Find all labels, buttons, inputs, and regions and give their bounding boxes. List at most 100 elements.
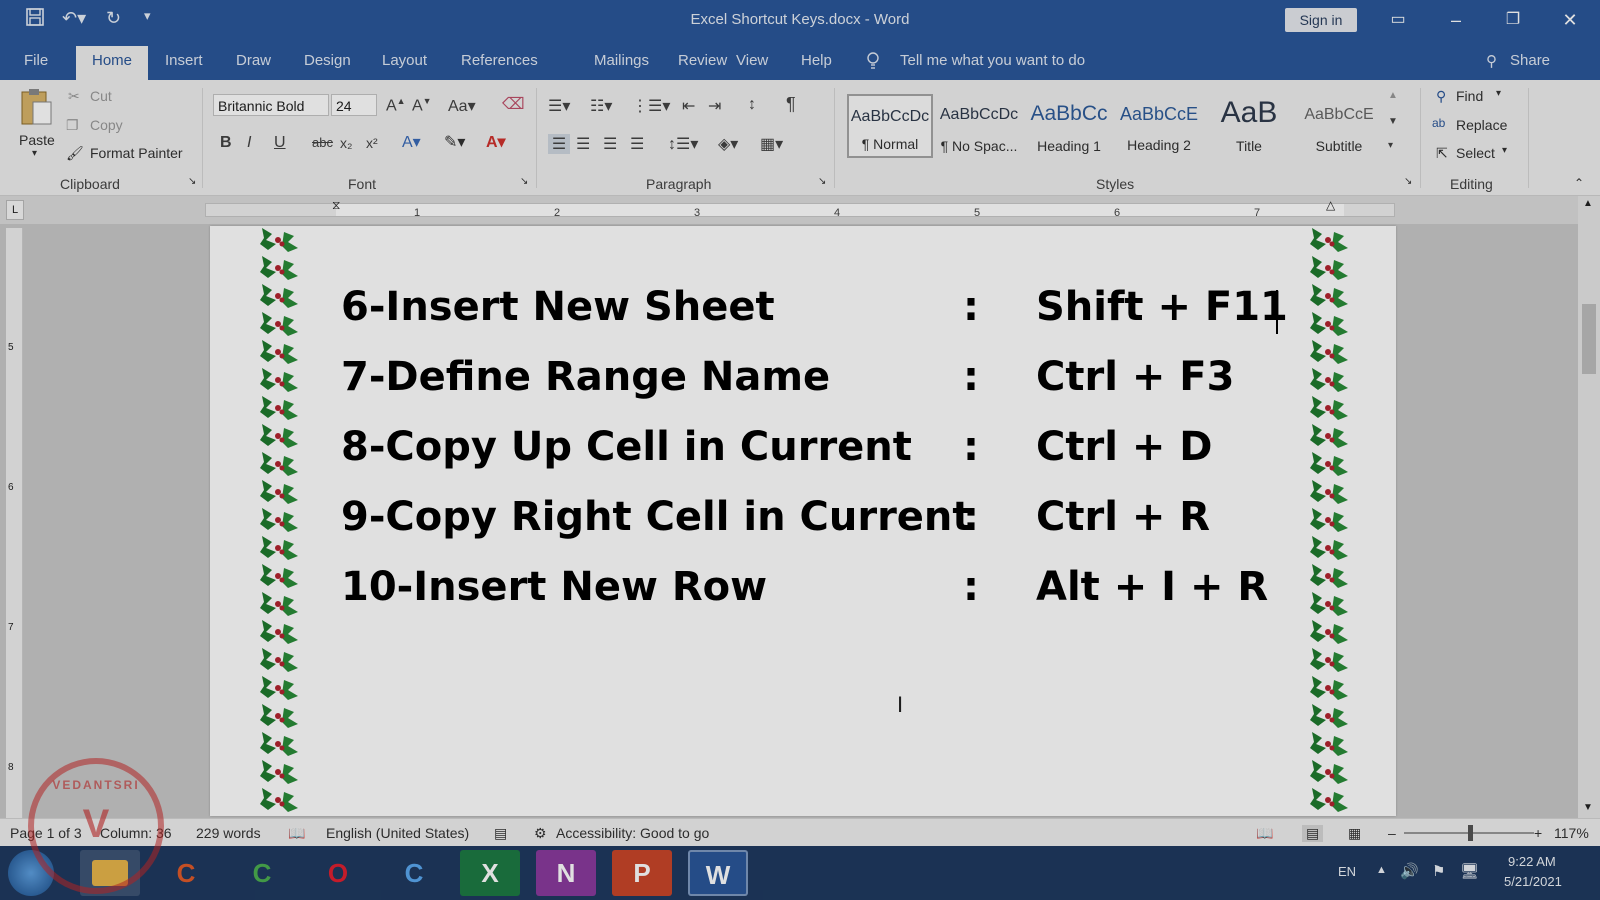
show-marks-icon[interactable]: ¶ [786, 94, 796, 115]
paragraph-launcher-icon[interactable]: ↘ [818, 176, 826, 187]
select-dropdown-icon[interactable]: ▾ [1502, 145, 1507, 156]
taskbar-app-excel[interactable]: X [460, 850, 520, 896]
shading-icon[interactable]: ◈▾ [718, 134, 738, 154]
styles-scroll-down-icon[interactable]: ▼ [1388, 116, 1398, 127]
minimize-icon[interactable]: – [1436, 6, 1476, 34]
decrease-indent-icon[interactable]: ⇤ [682, 96, 695, 116]
zoom-in-icon[interactable]: + [1534, 825, 1542, 841]
web-layout-icon[interactable]: ▦ [1348, 825, 1361, 842]
font-name-combo[interactable]: Britannic Bold [213, 94, 329, 116]
paste-label[interactable]: Paste [19, 132, 55, 148]
tab-selector-icon[interactable]: L [6, 200, 24, 220]
copy-button[interactable]: Copy [90, 117, 123, 133]
subscript-button[interactable]: x₂ [340, 135, 352, 151]
clear-formatting-icon[interactable]: ⌫ [502, 94, 525, 114]
tab-file[interactable]: File [24, 52, 48, 69]
tab-view[interactable]: View [736, 52, 768, 69]
scroll-up-icon[interactable]: ▲ [1583, 198, 1593, 209]
show-hidden-icons-icon[interactable]: ▲ [1376, 864, 1387, 876]
style-no-spacing[interactable]: AaBbCcDc ¶ No Spac... [936, 94, 1022, 158]
style-normal[interactable]: AaBbCcDc ¶ Normal [847, 94, 933, 158]
close-icon[interactable]: ✕ [1550, 6, 1590, 34]
taskbar-app-onenote[interactable]: N [536, 850, 596, 896]
paste-dropdown-icon[interactable]: ▾ [32, 148, 37, 159]
sort-icon[interactable]: ↕ [748, 96, 756, 114]
restore-icon[interactable]: ❐ [1493, 6, 1533, 34]
styles-more-icon[interactable]: ▾ [1388, 140, 1393, 151]
zoom-level[interactable]: 117% [1554, 825, 1589, 841]
find-button[interactable]: Find [1456, 88, 1483, 104]
tab-layout[interactable]: Layout [382, 52, 427, 69]
align-left-icon[interactable]: ☰ [548, 134, 570, 154]
font-color-icon[interactable]: A▾ [486, 132, 506, 152]
document-page[interactable]: 6-Insert New Sheet : Shift + F11 7-Defin… [210, 226, 1396, 816]
track-changes-icon[interactable]: ▤ [494, 825, 507, 842]
clock-time[interactable]: 9:22 AM [1508, 854, 1556, 869]
cut-button[interactable]: Cut [90, 88, 112, 104]
language-indicator-tray[interactable]: EN [1338, 864, 1356, 879]
highlight-icon[interactable]: ✎▾ [444, 132, 465, 152]
superscript-button[interactable]: x² [366, 135, 378, 151]
find-dropdown-icon[interactable]: ▾ [1496, 88, 1501, 99]
taskbar-app-camtasia[interactable]: C [156, 850, 216, 896]
styles-launcher-icon[interactable]: ↘ [1404, 176, 1412, 187]
style-heading-1[interactable]: AaBbCc Heading 1 [1026, 94, 1112, 158]
style-subtitle[interactable]: AaBbCcE Subtitle [1296, 94, 1382, 158]
align-center-icon[interactable]: ☰ [576, 134, 590, 154]
scrollbar-thumb[interactable] [1582, 304, 1596, 374]
bold-button[interactable]: B [220, 134, 232, 152]
paste-icon[interactable] [18, 88, 54, 128]
taskbar-app-powerpoint[interactable]: P [612, 850, 672, 896]
style-title[interactable]: AaB Title [1206, 94, 1292, 158]
grow-font-icon[interactable]: A▲ [386, 96, 406, 115]
clipboard-launcher-icon[interactable]: ↘ [188, 176, 196, 187]
style-heading-2[interactable]: AaBbCcE Heading 2 [1116, 94, 1202, 158]
tab-help[interactable]: Help [801, 52, 832, 69]
text-effects-icon[interactable]: A▾ [402, 132, 421, 152]
clock-date[interactable]: 5/21/2021 [1504, 874, 1562, 889]
tab-insert[interactable]: Insert [165, 52, 203, 69]
zoom-out-icon[interactable]: – [1388, 825, 1396, 841]
replace-button[interactable]: Replace [1456, 117, 1507, 133]
line-spacing-icon[interactable]: ↕☰▾ [668, 134, 698, 154]
right-indent-marker-icon[interactable]: △ [1326, 198, 1335, 212]
ribbon-display-icon[interactable]: ▭ [1378, 6, 1418, 34]
strikethrough-button[interactable]: abc [312, 135, 333, 150]
tab-draw[interactable]: Draw [236, 52, 271, 69]
tab-review[interactable]: Review [678, 52, 727, 69]
taskbar-app-camtasia-recorder[interactable]: C [232, 850, 292, 896]
tab-references[interactable]: References [461, 52, 538, 69]
format-painter-button[interactable]: Format Painter [90, 145, 183, 161]
action-center-flag-icon[interactable]: ⚑ [1432, 862, 1445, 880]
font-size-combo[interactable]: 24 [331, 94, 377, 116]
justify-icon[interactable]: ☰ [630, 134, 644, 154]
proofing-icon[interactable]: 📖 [288, 825, 305, 842]
tab-mailings[interactable]: Mailings [594, 52, 649, 69]
print-layout-icon[interactable]: ▤ [1302, 825, 1324, 842]
styles-scroll-up-icon[interactable]: ▲ [1388, 90, 1398, 101]
sign-in-button[interactable]: Sign in [1285, 8, 1357, 32]
font-launcher-icon[interactable]: ↘ [520, 176, 528, 187]
increase-indent-icon[interactable]: ⇥ [708, 96, 721, 116]
network-icon[interactable]: 🖥 [1460, 862, 1479, 880]
bullets-icon[interactable]: ☰▾ [548, 96, 570, 116]
tab-design[interactable]: Design [304, 52, 351, 69]
borders-icon[interactable]: ▦▾ [760, 134, 783, 154]
multilevel-list-icon[interactable]: ⋮☰▾ [632, 96, 670, 116]
share-icon[interactable]: ⚲ [1486, 52, 1497, 70]
scroll-down-icon[interactable]: ▼ [1583, 802, 1593, 813]
collapse-ribbon-icon[interactable]: ⌃ [1574, 176, 1584, 190]
zoom-slider-handle[interactable] [1468, 825, 1473, 841]
italic-button[interactable]: I [247, 134, 251, 152]
numbering-icon[interactable]: ☷▾ [590, 96, 612, 116]
taskbar-app-opera[interactable]: O [308, 850, 368, 896]
language-indicator[interactable]: English (United States) [326, 825, 469, 841]
underline-button[interactable]: U [274, 134, 286, 152]
left-indent-marker-icon[interactable]: ⧖ [332, 198, 340, 213]
word-count[interactable]: 229 words [196, 825, 261, 841]
volume-icon[interactable]: 🔊 [1400, 862, 1419, 880]
shrink-font-icon[interactable]: A▼ [412, 96, 432, 115]
change-case-icon[interactable]: Aa▾ [448, 96, 476, 116]
taskbar-app-browser[interactable]: C [384, 850, 444, 896]
read-mode-icon[interactable]: 📖 [1256, 825, 1273, 842]
